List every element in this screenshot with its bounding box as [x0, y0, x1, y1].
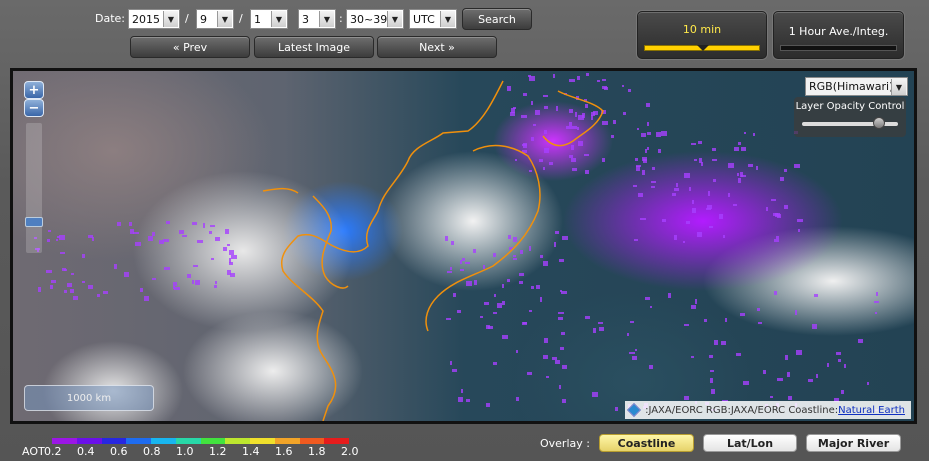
aot-tick-label: 1.0	[176, 445, 194, 458]
aot-tick-label: 1.2	[209, 445, 227, 458]
aot-legend-title: AOT	[22, 445, 45, 458]
inactive-indicator-bar	[780, 45, 897, 51]
prev-button[interactable]: « Prev	[130, 36, 250, 58]
next-button[interactable]: Next »	[377, 36, 497, 58]
aot-color-swatch	[175, 438, 201, 444]
aot-tick-label: 0.8	[143, 445, 161, 458]
caret-down-icon	[697, 45, 709, 51]
hour-select[interactable]: 3 ▼	[298, 9, 336, 29]
search-button[interactable]: Search	[462, 8, 532, 30]
coastline-overlay	[262, 80, 604, 421]
chevron-down-icon: ▼	[271, 11, 286, 27]
major-river-toggle[interactable]: Major River	[806, 434, 901, 452]
minute-select[interactable]: 30~39 ▼	[346, 9, 404, 29]
aot-color-swatch	[76, 438, 102, 444]
aot-color-swatch	[151, 438, 176, 444]
date-separator: /	[239, 12, 243, 25]
aot-legend: AOT 0.2 0.4 0.6 0.8 1.0 1.2 1.4 1.6 1.8 2.0	[22, 437, 362, 459]
aot-color-bar	[52, 438, 349, 444]
satellite-map[interactable]: + − RGB(Himawari) ▼ Layer Opacity Contro…	[10, 68, 917, 424]
aot-color-swatch	[101, 438, 127, 444]
chevron-down-icon: ▼	[319, 11, 334, 27]
map-attribution: :JAXA/EORC RGB:JAXA/EORC Coastline: Natu…	[625, 401, 911, 419]
year-select[interactable]: 2015 ▼	[128, 9, 180, 29]
layers-icon	[627, 402, 642, 418]
latlon-toggle[interactable]: Lat/Lon	[703, 434, 797, 452]
aot-tick-labels: 0.2 0.4 0.6 0.8 1.0 1.2 1.4 1.6 1.8 2.0	[44, 445, 364, 459]
aot-tick-label: 1.4	[242, 445, 260, 458]
aot-color-swatch	[324, 438, 349, 444]
date-label: Date:	[95, 12, 125, 25]
natural-earth-link[interactable]: Natural Earth	[838, 405, 905, 416]
aot-tick-label: 2.0	[341, 445, 359, 458]
scale-bar: 1000 km	[24, 385, 154, 411]
zoom-in-button[interactable]: +	[24, 81, 44, 99]
time-separator: :	[339, 12, 343, 25]
one-hour-average-button[interactable]: 1 Hour Ave./Integ.	[773, 11, 904, 59]
opacity-label: Layer Opacity Control	[795, 101, 905, 112]
aot-color-swatch	[225, 438, 250, 444]
ten-min-button[interactable]: 10 min	[637, 11, 767, 59]
latest-image-button[interactable]: Latest Image	[254, 36, 374, 58]
aot-color-swatch	[126, 438, 151, 444]
aot-color-swatch	[250, 438, 275, 444]
date-separator: /	[185, 12, 189, 25]
chevron-down-icon: ▼	[217, 11, 232, 27]
layer-select[interactable]: RGB(Himawari) ▼	[805, 77, 908, 96]
aot-tick-label: 0.4	[77, 445, 95, 458]
month-select[interactable]: 9 ▼	[196, 9, 234, 29]
chevron-down-icon: ▼	[891, 79, 906, 95]
aot-tick-label: 0.2	[44, 445, 62, 458]
timezone-select[interactable]: UTC ▼	[409, 9, 457, 29]
aot-tick-label: 0.6	[110, 445, 128, 458]
aot-color-swatch	[299, 438, 325, 444]
coastline-toggle[interactable]: Coastline	[599, 434, 694, 452]
aot-tick-label: 1.8	[308, 445, 326, 458]
zoom-slider-track[interactable]	[26, 123, 42, 253]
zoom-out-button[interactable]: −	[24, 99, 44, 117]
day-select[interactable]: 1 ▼	[250, 9, 288, 29]
aot-color-swatch	[52, 438, 77, 444]
chevron-down-icon: ▼	[440, 11, 455, 27]
ten-min-label: 10 min	[682, 23, 722, 36]
overlay-label: Overlay :	[540, 437, 590, 450]
chevron-down-icon: ▼	[163, 11, 178, 27]
aot-color-swatch	[274, 438, 300, 444]
layer-opacity-control: Layer Opacity Control	[794, 97, 906, 137]
opacity-slider-handle[interactable]	[873, 117, 886, 129]
one-hour-label: 1 Hour Ave./Integ.	[788, 25, 889, 38]
aot-color-swatch	[200, 438, 226, 444]
chevron-down-icon: ▼	[387, 11, 402, 27]
aot-tick-label: 1.6	[275, 445, 293, 458]
zoom-slider-handle[interactable]	[25, 217, 43, 227]
